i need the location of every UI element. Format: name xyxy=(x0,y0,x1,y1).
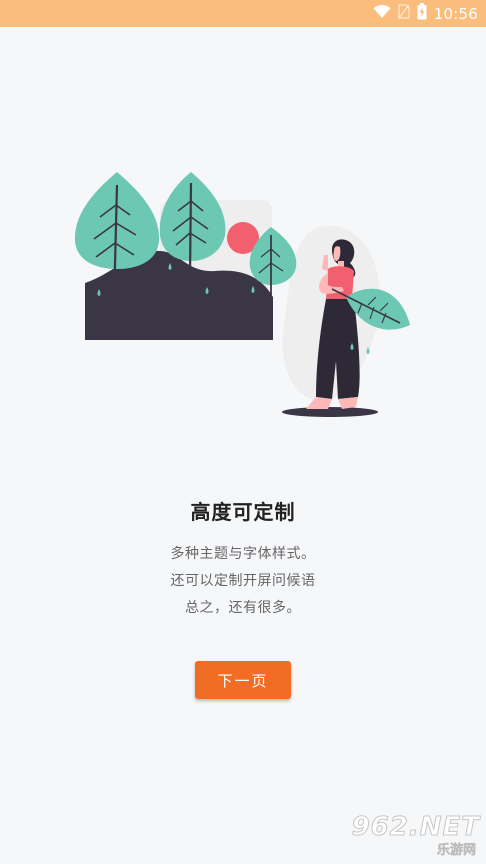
woman-shirt xyxy=(326,266,354,299)
description-line-2: 还可以定制开屏问候语 xyxy=(170,573,316,589)
sim-icon xyxy=(398,4,410,23)
battery-icon xyxy=(417,3,427,24)
ground-shadow xyxy=(282,407,378,417)
trees-and-woman-illustration xyxy=(70,165,420,425)
watermark-logo: 962.NET 乐游网 xyxy=(350,812,480,859)
wifi-icon xyxy=(373,4,391,23)
watermark-main: 962.NET xyxy=(351,812,480,843)
description-line-1: 多种主题与字体样式。 xyxy=(170,546,316,562)
watermark-sub: 乐游网 xyxy=(436,843,477,859)
tree-middle xyxy=(159,172,226,261)
status-icons: 10:56 xyxy=(373,0,478,27)
page-title: 高度可定制 xyxy=(190,500,296,524)
status-bar: 10:56 xyxy=(0,0,486,27)
description-line-3: 总之，还有很多。 xyxy=(185,600,301,616)
next-page-button[interactable]: 下一页 xyxy=(195,661,291,699)
status-time: 10:56 xyxy=(433,4,478,23)
